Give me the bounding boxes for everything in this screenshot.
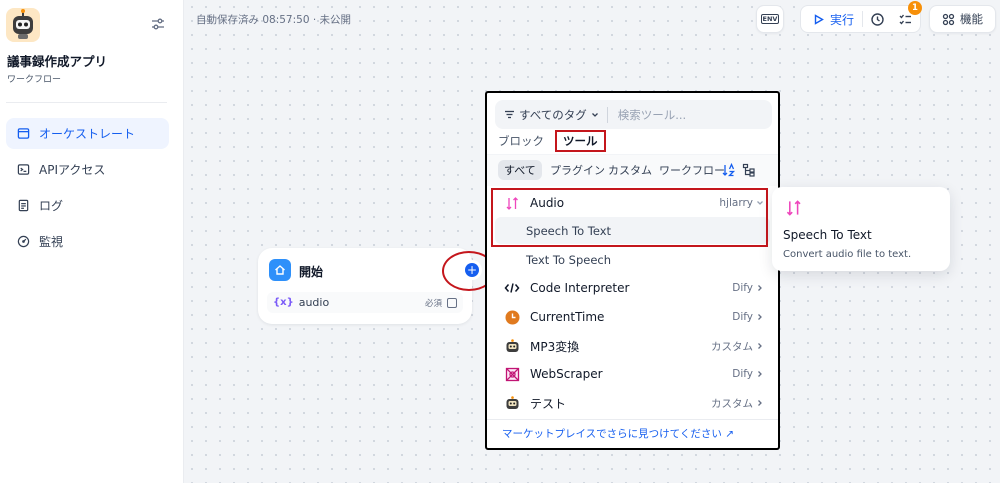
features-button[interactable]: 機能 [929,5,996,33]
tool-name: CurrentTime [530,310,605,324]
file-type-icon [447,297,457,308]
app-robot-icon [6,8,40,42]
tool-search-bar: すべてのタグ 検索ツール... [495,100,772,129]
run-toolbar: 実行 1 [800,1,922,33]
chevron-right-icon [758,371,762,377]
sidebar-item-api-access[interactable]: APIアクセス [6,154,169,185]
tool-provider: Dify [732,311,770,323]
chevron-right-icon [758,343,762,349]
tab-tools[interactable]: ツール [555,130,606,152]
app-name: 議事録作成アプリ [7,54,108,69]
code-icon [504,280,520,296]
terminal-icon [17,164,30,175]
tool-provider-label: カスタム [711,340,753,353]
marketplace-link[interactable]: マーケットプレイスでさらに見つけてください ↗ [487,419,778,447]
tool-provider-label: カスタム [711,397,753,410]
filter-lines-icon [505,110,514,119]
chevron-right-icon [758,285,762,291]
sidebar-item-logs[interactable]: ログ [6,190,169,221]
run-label: 実行 [830,12,855,27]
tree-view-icon[interactable] [742,163,756,177]
play-icon [814,13,824,25]
layout-icon [17,128,30,139]
filter-custom[interactable]: カスタム [602,160,658,180]
search-divider [606,106,608,123]
picker-tabs: ブロック ツール [498,130,606,152]
tool-code-interpreter[interactable]: Code Interpreter Dify [495,275,770,301]
filter-plugins[interactable]: プラグイン [544,160,611,180]
tool-name: WebScraper [530,367,603,381]
robot-avatar-icon [504,395,520,411]
tool-provider-label: Dify [732,311,753,323]
robot-avatar-icon [504,338,520,354]
checklist-button[interactable]: 1 [892,1,922,32]
sidebar-item-monitoring[interactable]: 監視 [6,226,169,257]
filter-all[interactable]: すべて [498,160,542,180]
tool-test[interactable]: テスト カスタム [495,390,770,416]
clock-icon [504,309,520,325]
tool-text-to-speech[interactable]: Text To Speech [495,246,770,273]
sidebar: 議事録作成アプリ ワークフロー オーケストレート APIアクセス ログ 監視 [0,0,184,483]
tool-mp3-convert[interactable]: MP3変換 カスタム [495,333,770,359]
chevron-right-icon [758,400,762,406]
input-variable-row[interactable]: {x} audio 必須 [267,292,463,313]
chevron-down-icon [591,112,598,117]
tool-provider: Dify [732,368,770,380]
home-icon [269,259,291,281]
start-node[interactable]: 開始 {x} audio 必須 [258,248,472,324]
variable-icon: {x} [273,297,294,308]
grid-features-icon [942,13,955,25]
required-label: 必須 [424,298,442,309]
sidebar-item-label: APIアクセス [39,163,106,177]
autosave-status: 自動保存済み 08:57:50 · 未公開 [196,14,352,26]
sidebar-item-label: ログ [39,199,64,213]
tag-filter-dropdown[interactable]: すべてのタグ [504,107,599,123]
tool-search-input[interactable]: 検索ツール... [618,107,686,123]
app-type: ワークフロー [7,75,62,85]
tool-provider: カスタム [711,339,770,354]
tool-filter-row: すべて プラグイン カスタム ワークフロー [487,154,778,186]
env-icon: ENV [760,14,780,24]
audio-icon [786,200,801,216]
tool-provider-label: Dify [732,368,753,380]
tooltip-description: Convert audio file to text. [783,249,912,260]
dashboard-gauge-icon [17,235,30,248]
chevron-right-icon [758,314,762,320]
tool-tooltip: Speech To Text Convert audio file to tex… [772,187,950,271]
sidebar-item-orchestrate[interactable]: オーケストレート [6,118,169,149]
tooltip-title: Speech To Text [783,228,872,242]
tool-provider-label: Dify [732,282,753,294]
history-button[interactable] [863,6,891,32]
tool-name: MP3変換 [530,339,580,354]
tab-blocks[interactable]: ブロック [498,133,544,152]
tool-provider: カスタム [711,396,770,411]
tag-filter-label: すべてのタグ [519,107,587,122]
web-scraper-icon [504,366,520,382]
tool-web-scraper[interactable]: WebScraper Dify [495,361,770,387]
sliders-icon[interactable] [150,16,166,32]
variable-name: audio [298,296,330,309]
tool-name: Code Interpreter [530,281,630,295]
tool-current-time[interactable]: CurrentTime Dify [495,304,770,330]
env-button[interactable]: ENV [756,5,784,33]
sidebar-item-label: オーケストレート [39,127,136,141]
run-button[interactable]: 実行 [801,6,862,32]
start-node-title: 開始 [299,265,324,279]
sidebar-item-label: 監視 [39,235,64,249]
file-list-icon [18,199,29,212]
sidebar-divider [6,102,167,103]
annotation-rectangle [491,188,768,247]
filter-workflow[interactable]: ワークフロー [653,160,731,180]
history-clock-icon [871,12,884,26]
checklist-count-badge: 1 [908,1,922,15]
tool-provider: Dify [732,282,770,294]
tool-name: テスト [530,396,567,411]
sort-az-icon[interactable] [722,163,736,177]
tool-picker-panel: すべてのタグ 検索ツール... ブロック ツール すべて プラグイン カスタム … [485,91,780,450]
features-label: 機能 [960,12,983,26]
